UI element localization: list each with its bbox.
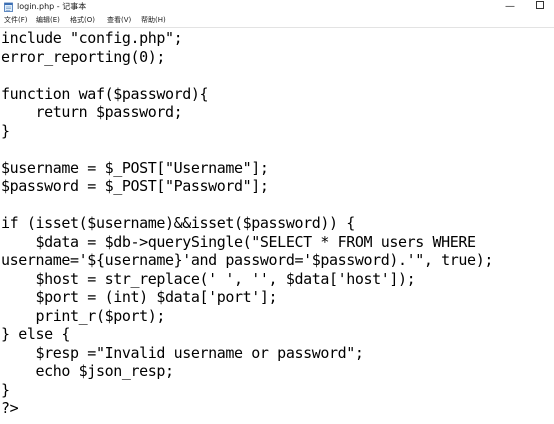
window-title: login.php - 记事本 [17, 2, 87, 11]
menu-view[interactable]: 查看(V) [107, 14, 131, 27]
code-line: $host = str_replace(' ', '', $data['host… [1, 269, 416, 288]
code-line: $password = $_POST["Password"]; [1, 177, 269, 195]
code-line: error_reporting(0); [1, 47, 165, 66]
minimize-icon: — [505, 1, 515, 12]
code-line: } else { [1, 325, 71, 343]
maximize-button[interactable] [526, 0, 554, 14]
menu-file[interactable]: 文件(F) [4, 14, 28, 27]
menu-bar: 文件(F) 编辑(E) 格式(O) 查看(V) 帮助(H) [0, 14, 554, 28]
minimize-button[interactable]: — [496, 0, 524, 14]
code-line: } [1, 121, 10, 140]
title-bar[interactable]: login.php - 记事本 — [0, 0, 554, 14]
code-line: ?> [1, 399, 19, 417]
code-line: echo $json_resp; [1, 362, 175, 380]
notepad-window: login.php - 记事本 — 文件(F) 编辑(E) 格式(O) 查看(V… [0, 0, 554, 424]
code-line: function waf($password){ [1, 84, 209, 103]
notepad-icon [4, 2, 13, 12]
code-line: print_r($port); [1, 306, 166, 325]
code-line: $username = $_POST["Username"]; [1, 158, 269, 177]
maximize-icon [536, 1, 544, 9]
menu-edit[interactable]: 编辑(E) [36, 14, 60, 27]
text-editor-area[interactable]: include "config.php"; error_reporting(0)… [0, 28, 554, 424]
code-line: $port = (int) $data['port']; [1, 288, 278, 306]
code-line: $data = $db->querySingle("SELECT * FROM … [1, 232, 477, 251]
code-content: include "config.php"; error_reporting(0)… [1, 29, 493, 418]
code-line: } [1, 380, 10, 399]
menu-format[interactable]: 格式(O) [70, 14, 95, 27]
code-line: if (isset($username)&&isset($password)) … [1, 214, 355, 232]
menu-help[interactable]: 帮助(H) [141, 14, 166, 27]
code-line: return $password; [1, 103, 183, 121]
code-line: username='${username}'and password='$pas… [1, 251, 493, 269]
code-line: include "config.php"; [1, 29, 183, 47]
code-line: $resp ="Invalid username or password"; [1, 343, 364, 362]
